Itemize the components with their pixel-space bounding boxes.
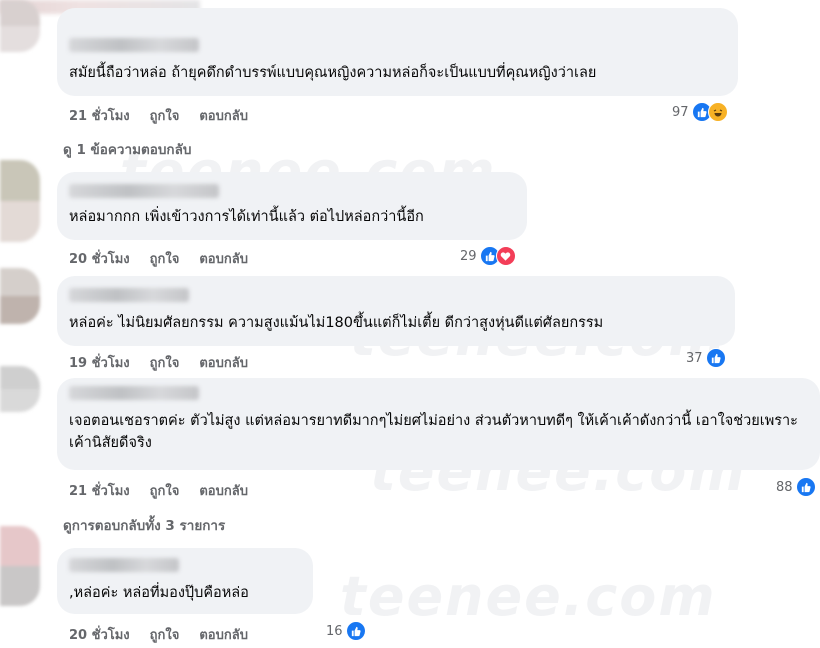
avatar[interactable] <box>0 160 40 242</box>
reply-button[interactable]: ตอบกลับ <box>199 624 248 645</box>
comment-text: หล่อมากกก เพิ่งเข้าวงการได้เท่านี้แล้ว ต… <box>69 209 424 225</box>
avatar[interactable] <box>0 526 40 606</box>
commenter-name-blurred[interactable] <box>69 288 189 302</box>
view-replies-link[interactable]: ดูการตอบกลับทั้ง 3 รายการ <box>63 514 225 536</box>
like-button[interactable]: ถูกใจ <box>150 248 180 269</box>
reaction-summary[interactable]: 29 <box>460 246 516 266</box>
love-icon <box>495 246 516 266</box>
like-button[interactable]: ถูกใจ <box>150 480 180 501</box>
like-icon <box>345 621 366 641</box>
reaction-count: 29 <box>460 248 477 264</box>
comment-text: เจอตอนเชอราตค่ะ ตัวไม่สูง แต่หล่อมารยาทด… <box>69 413 798 451</box>
avatar[interactable] <box>0 366 40 412</box>
reply-button[interactable]: ตอบกลับ <box>199 105 248 126</box>
reaction-summary[interactable]: 37 <box>686 348 726 368</box>
reply-button[interactable]: ตอบกลับ <box>199 248 248 269</box>
comment-actions: 20 ชั่วโมง ถูกใจ ตอบกลับ <box>69 624 268 645</box>
like-icon <box>795 477 816 497</box>
commenter-name-blurred[interactable] <box>69 386 199 400</box>
comment-actions: 19 ชั่วโมง ถูกใจ ตอบกลับ <box>69 352 268 373</box>
comment-actions: 20 ชั่วโมง ถูกใจ ตอบกลับ <box>69 248 268 269</box>
comment-text: สมัยนี้ถือว่าหล่อ ถ้ายุคดึกดำบรรพ์แบบคุณ… <box>69 65 597 81</box>
comment-bubble: หล่อมากกก เพิ่งเข้าวงการได้เท่านี้แล้ว ต… <box>57 172 527 240</box>
reaction-count: 16 <box>326 623 343 639</box>
like-button[interactable]: ถูกใจ <box>150 352 180 373</box>
avatar[interactable] <box>0 268 40 324</box>
like-icon <box>705 348 726 368</box>
commenter-name-blurred[interactable] <box>69 38 199 52</box>
comment-text: ,หล่อค่ะ หล่อที่มองปุ๊บคือหล่อ <box>69 585 249 601</box>
commenter-name-blurred[interactable] <box>69 184 219 198</box>
haha-icon <box>707 102 728 122</box>
comment-text: หล่อค่ะ ไม่นิยมศัลยกรรม ความสูงแม้นไม่18… <box>69 315 604 331</box>
comment-time[interactable]: 20 ชั่วโมง <box>69 624 130 645</box>
like-button[interactable]: ถูกใจ <box>150 105 180 126</box>
comment-time[interactable]: 21 ชั่วโมง <box>69 105 130 126</box>
comment-time[interactable]: 21 ชั่วโมง <box>69 480 130 501</box>
reaction-count: 88 <box>776 479 793 495</box>
reply-button[interactable]: ตอบกลับ <box>199 480 248 501</box>
comment-actions: 21 ชั่วโมง ถูกใจ ตอบกลับ <box>69 480 268 501</box>
view-replies-link[interactable]: ดู 1 ข้อความตอบกลับ <box>63 138 191 160</box>
like-button[interactable]: ถูกใจ <box>150 624 180 645</box>
comment-time[interactable]: 19 ชั่วโมง <box>69 352 130 373</box>
reaction-count: 97 <box>672 104 689 120</box>
comment-bubble: หล่อค่ะ ไม่นิยมศัลยกรรม ความสูงแม้นไม่18… <box>57 276 735 346</box>
reaction-count: 37 <box>686 350 703 366</box>
reply-button[interactable]: ตอบกลับ <box>199 352 248 373</box>
reaction-summary[interactable]: 16 <box>326 621 366 641</box>
comment-time[interactable]: 20 ชั่วโมง <box>69 248 130 269</box>
commenter-name-blurred[interactable] <box>69 558 179 572</box>
comment-bubble: สมัยนี้ถือว่าหล่อ ถ้ายุคดึกดำบรรพ์แบบคุณ… <box>57 8 738 96</box>
comment-actions: 21 ชั่วโมง ถูกใจ ตอบกลับ <box>69 105 268 126</box>
avatar[interactable] <box>0 0 40 52</box>
comment-bubble: ,หล่อค่ะ หล่อที่มองปุ๊บคือหล่อ <box>57 548 313 614</box>
watermark: teenee.com <box>340 565 717 628</box>
reaction-summary[interactable]: 88 <box>776 477 816 497</box>
reaction-summary[interactable]: 97 <box>672 102 728 122</box>
comment-bubble: เจอตอนเชอราตค่ะ ตัวไม่สูง แต่หล่อมารยาทด… <box>57 378 820 470</box>
